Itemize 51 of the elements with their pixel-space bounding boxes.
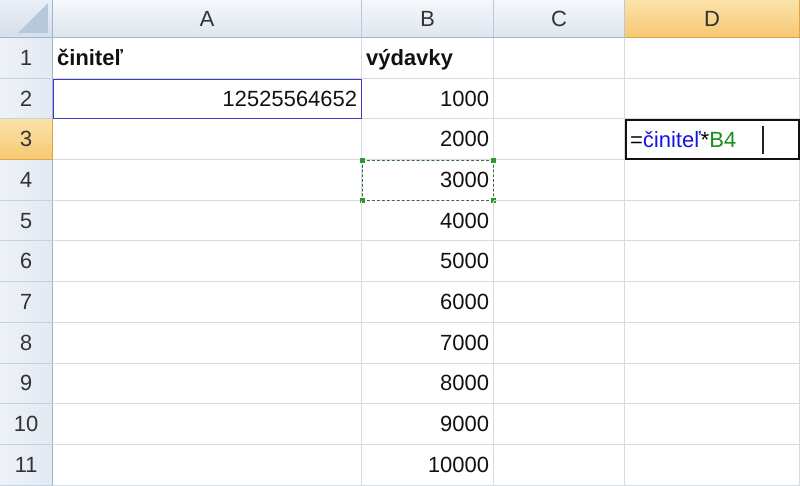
empty-cell[interactable] — [625, 404, 800, 445]
select-all-button[interactable] — [0, 0, 53, 38]
table-cell: 12525564652 — [53, 78, 362, 120]
table-cell: 6000 — [362, 282, 494, 323]
empty-cell[interactable] — [494, 444, 625, 486]
empty-cell[interactable] — [625, 200, 800, 242]
column-header[interactable]: C — [494, 0, 625, 38]
row-header[interactable]: 2 — [0, 78, 53, 120]
empty-cell[interactable] — [494, 364, 625, 404]
table-cell: činiteľ — [53, 38, 362, 79]
empty-cell[interactable] — [625, 322, 800, 364]
empty-cell[interactable] — [625, 241, 800, 282]
triangle-icon — [18, 3, 48, 33]
table-cell: 8000 — [362, 364, 494, 404]
row-header[interactable]: 8 — [0, 322, 53, 364]
row-header[interactable]: 9 — [0, 364, 53, 404]
formula-input-field[interactable]: =činiteľ*B4 — [625, 119, 800, 160]
column-header[interactable]: B — [362, 0, 494, 38]
empty-cell[interactable] — [494, 78, 625, 120]
column-header[interactable]: A — [53, 0, 362, 38]
row-header[interactable]: 4 — [0, 160, 53, 201]
row-header[interactable]: 11 — [0, 444, 53, 486]
empty-cell[interactable] — [494, 282, 625, 323]
table-cell: 5000 — [362, 241, 494, 282]
empty-cell[interactable] — [625, 444, 800, 486]
empty-cell[interactable] — [494, 38, 625, 79]
empty-cell[interactable] — [494, 160, 625, 201]
empty-cell[interactable] — [494, 241, 625, 282]
empty-cell[interactable] — [494, 404, 625, 445]
table-cell: výdavky — [362, 38, 494, 79]
row-header[interactable]: 5 — [0, 200, 53, 242]
row-header[interactable]: 3 — [0, 119, 53, 160]
empty-cell[interactable] — [494, 119, 625, 160]
row-header[interactable]: 6 — [0, 241, 53, 282]
table-cell: 1000 — [362, 78, 494, 120]
row-header[interactable]: 10 — [0, 404, 53, 445]
column-header[interactable]: D — [625, 0, 800, 38]
table-cell: 3000 — [362, 160, 494, 201]
empty-cell[interactable] — [625, 38, 800, 79]
row-header[interactable]: 7 — [0, 282, 53, 323]
empty-cell[interactable] — [625, 160, 800, 201]
empty-cell[interactable] — [494, 200, 625, 242]
empty-cell[interactable] — [625, 364, 800, 404]
table-cell: 9000 — [362, 404, 494, 445]
empty-cell[interactable] — [625, 282, 800, 323]
table-cell: 7000 — [362, 322, 494, 364]
empty-cell[interactable] — [625, 78, 800, 120]
table-cell: 10000 — [362, 444, 494, 486]
table-cell: 4000 — [362, 200, 494, 242]
row-header[interactable]: 1 — [0, 38, 53, 79]
empty-cell[interactable] — [494, 322, 625, 364]
